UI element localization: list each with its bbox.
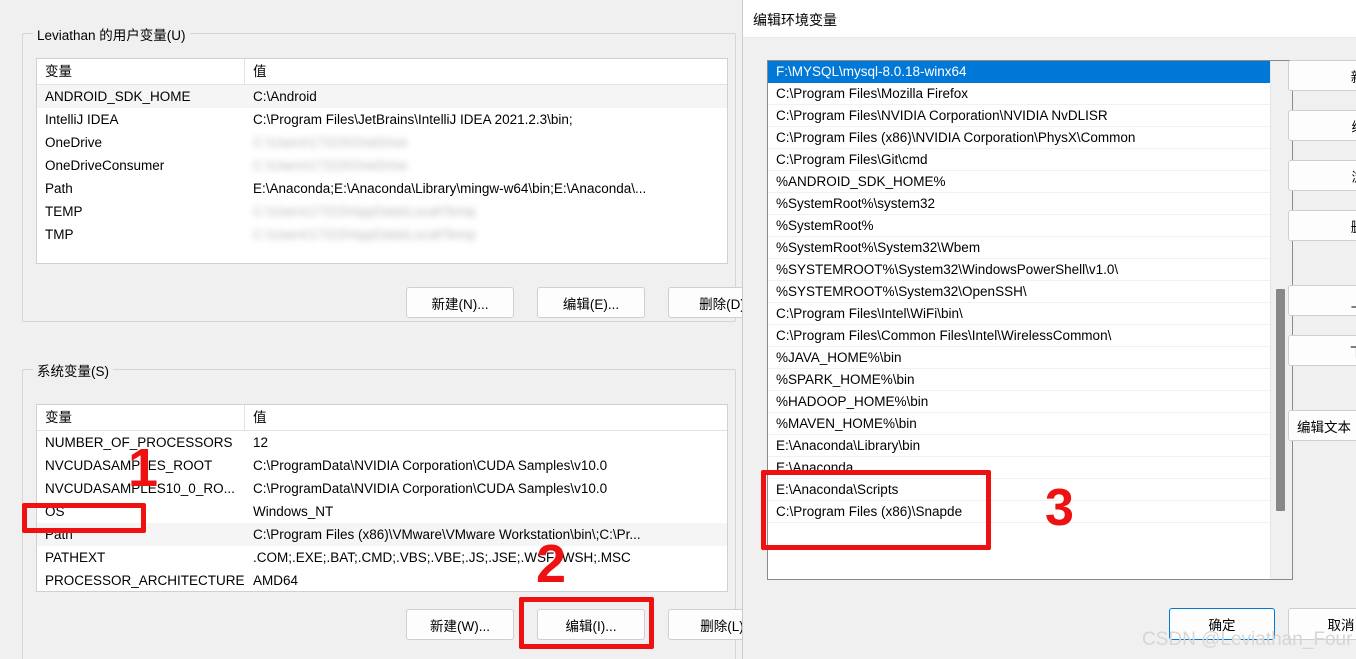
table-row[interactable]: Path E:\Anaconda;E:\Anaconda\Library\min… [37,177,727,200]
user-var-name: ANDROID_SDK_HOME [45,89,191,104]
system-var-value: 12 [253,435,269,450]
system-variables-button-row: 新建(W)... 编辑(I)... 删除(L) [406,609,742,640]
dialog-new-button[interactable]: 新建(N [1288,60,1356,91]
dialog-cancel-button[interactable]: 取消 [1288,608,1356,640]
system-variables-legend: 系统变量(S) [33,360,113,380]
edit-environment-variable-dialog: 编辑环境变量 F:\MYSQL\mysql-8.0.18-winx64 C:\P… [742,0,1356,659]
list-item[interactable]: C:\Program Files\NVIDIA Corporation\NVID… [768,105,1271,127]
list-item[interactable]: C:\Program Files (x86)\Snapde [768,501,1271,523]
system-var-name: OS [45,504,65,519]
table-row[interactable]: PROCESSOR_ARCHITECTURE AMD64 [37,569,727,591]
dialog-edit-text-button[interactable]: 编辑文本 [1288,410,1356,441]
path-entries-list: F:\MYSQL\mysql-8.0.18-winx64 C:\Program … [768,61,1271,579]
environment-variables-window: Leviathan 的用户变量(U) 变量 值 ANDROID_SDK_HOME… [0,0,742,659]
system-col-variable: 变量 [37,405,245,430]
user-col-variable: 变量 [37,59,245,84]
system-var-name: PATHEXT [45,550,106,565]
system-variables-table[interactable]: 变量 值 NUMBER_OF_PROCESSORS 12 NVCUDASAMPL… [36,404,728,592]
system-var-name: NVCUDASAMPLES_ROOT [45,458,213,473]
dialog-browse-button[interactable]: 浏览(B [1288,160,1356,191]
user-var-value: C:\Android [253,89,317,104]
path-entries-listbox[interactable]: F:\MYSQL\mysql-8.0.18-winx64 C:\Program … [767,60,1293,580]
user-var-value-redacted: C:\Users\17315\AppData\Local\Temp [253,204,476,219]
list-item[interactable]: E:\Anaconda\Scripts [768,479,1271,501]
table-row[interactable]: TMP C:\Users\17315\AppData\Local\Temp [37,223,727,246]
system-var-value: AMD64 [253,573,299,588]
list-item[interactable]: %JAVA_HOME%\bin [768,347,1271,369]
user-variables-button-row: 新建(N)... 编辑(E)... 删除(D) [406,287,742,318]
table-row[interactable]: NVCUDASAMPLES10_0_RO... C:\ProgramData\N… [37,477,727,500]
list-item[interactable]: %SystemRoot%\system32 [768,193,1271,215]
table-row[interactable]: NVCUDASAMPLES_ROOT C:\ProgramData\NVIDIA… [37,454,727,477]
user-var-name: Path [45,181,73,196]
system-var-value: C:\ProgramData\NVIDIA Corporation\CUDA S… [253,481,608,496]
user-edit-button[interactable]: 编辑(E)... [537,287,645,318]
dialog-edit-button[interactable]: 编辑(E [1288,110,1356,141]
list-item[interactable]: %SYSTEMROOT%\System32\WindowsPowerShell\… [768,259,1271,281]
system-var-value: C:\ProgramData\NVIDIA Corporation\CUDA S… [253,458,608,473]
list-item[interactable]: %MAVEN_HOME%\bin [768,413,1271,435]
user-var-name: OneDriveConsumer [45,158,165,173]
table-row[interactable]: ANDROID_SDK_HOME C:\Android [37,85,727,108]
system-var-value: .COM;.EXE;.BAT;.CMD;.VBS;.VBE;.JS;.JSE;.… [253,550,631,565]
table-row[interactable]: IntelliJ IDEA C:\Program Files\JetBrains… [37,108,727,131]
list-item[interactable]: %SYSTEMROOT%\System32\OpenSSH\ [768,281,1271,303]
list-item[interactable]: E:\Anaconda [768,457,1271,479]
dialog-delete-button[interactable]: 删除(D [1288,210,1356,241]
user-new-button[interactable]: 新建(N)... [406,287,514,318]
system-var-name: PROCESSOR_ARCHITECTURE [45,573,245,588]
dialog-move-up-button[interactable]: 上移(U [1288,285,1356,316]
list-item[interactable]: C:\Program Files\Mozilla Firefox [768,83,1271,105]
user-var-value: E:\Anaconda;E:\Anaconda\Library\mingw-w6… [253,181,647,196]
list-item[interactable]: C:\Program Files\Git\cmd [768,149,1271,171]
user-var-name: TMP [45,227,74,242]
user-var-value-redacted: C:\Users\17315\AppData\Local\Temp [253,227,476,242]
list-item[interactable]: F:\MYSQL\mysql-8.0.18-winx64 [768,61,1271,83]
system-edit-button[interactable]: 编辑(I)... [537,609,645,640]
list-item[interactable]: %HADOOP_HOME%\bin [768,391,1271,413]
table-row[interactable]: OneDrive C:\Users\17315\OneDrive [37,131,727,154]
user-var-name: IntelliJ IDEA [45,112,119,127]
user-variables-table[interactable]: 变量 值 ANDROID_SDK_HOME C:\Android Intelli… [36,58,728,264]
user-col-value: 值 [253,64,267,79]
dialog-title: 编辑环境变量 [753,12,837,28]
user-var-name: OneDrive [45,135,103,150]
dialog-move-down-button[interactable]: 下移(O [1288,335,1356,366]
list-item[interactable]: %SystemRoot% [768,215,1271,237]
user-variables-header: 变量 值 [37,59,727,85]
system-var-name: NVCUDASAMPLES10_0_RO... [45,481,235,496]
list-item[interactable]: %ANDROID_SDK_HOME% [768,171,1271,193]
dialog-ok-button[interactable]: 确定 [1169,608,1275,640]
scrollbar-thumb[interactable] [1276,289,1285,511]
table-row[interactable]: OS Windows_NT [37,500,727,523]
system-delete-button[interactable]: 删除(L) [668,609,742,640]
table-row-path-selected[interactable]: Path C:\Program Files (x86)\VMware\VMwar… [37,523,727,546]
table-row[interactable]: OneDriveConsumer C:\Users\17315\OneDrive [37,154,727,177]
list-item[interactable]: C:\Program Files (x86)\NVIDIA Corporatio… [768,127,1271,149]
user-var-value-redacted: C:\Users\17315\OneDrive [253,135,408,150]
system-var-value: C:\Program Files (x86)\VMware\VMware Wor… [253,527,641,542]
user-delete-button[interactable]: 删除(D) [668,287,742,318]
list-item[interactable]: C:\Program Files\Intel\WiFi\bin\ [768,303,1271,325]
table-row[interactable]: PATHEXT .COM;.EXE;.BAT;.CMD;.VBS;.VBE;.J… [37,546,727,569]
system-new-button[interactable]: 新建(W)... [406,609,514,640]
list-item[interactable]: C:\Program Files\Common Files\Intel\Wire… [768,325,1271,347]
list-item[interactable]: %SPARK_HOME%\bin [768,369,1271,391]
system-var-value: Windows_NT [253,504,334,519]
table-row[interactable]: NUMBER_OF_PROCESSORS 12 [37,431,727,454]
user-variables-legend: Leviathan 的用户变量(U) [33,24,190,44]
list-item[interactable]: %SystemRoot%\System32\Wbem [768,237,1271,259]
user-var-name: TEMP [45,204,83,219]
system-col-value: 值 [253,410,267,425]
system-var-name: NUMBER_OF_PROCESSORS [45,435,233,450]
system-var-name: Path [45,527,73,542]
user-var-value-redacted: C:\Users\17315\OneDrive [253,158,408,173]
table-row[interactable]: TEMP C:\Users\17315\AppData\Local\Temp [37,200,727,223]
system-variables-header: 变量 值 [37,405,727,431]
user-var-value: C:\Program Files\JetBrains\IntelliJ IDEA… [253,112,573,127]
list-item[interactable]: E:\Anaconda\Library\bin [768,435,1271,457]
